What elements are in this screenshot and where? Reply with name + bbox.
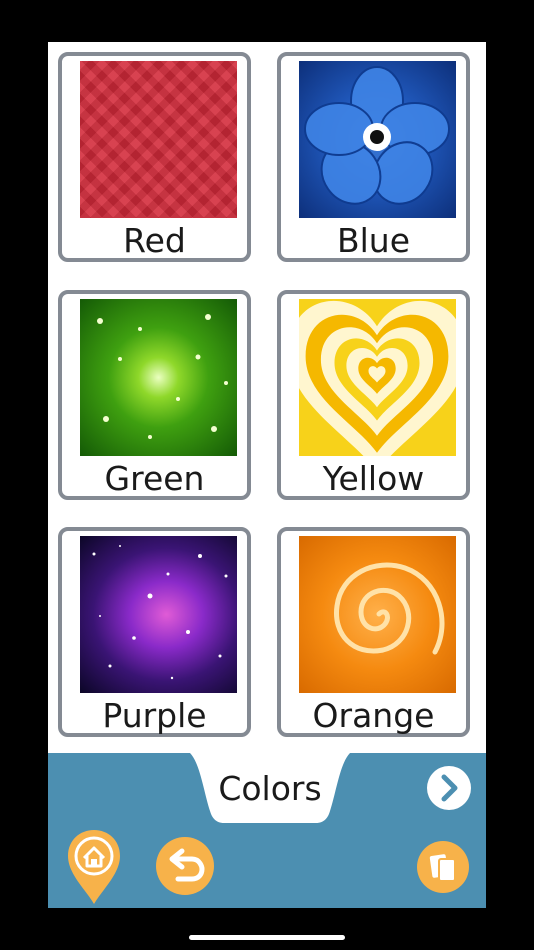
- color-card-orange[interactable]: Orange: [277, 527, 470, 737]
- yellow-hearts-image: [299, 299, 456, 456]
- category-title: Colors: [218, 769, 322, 808]
- home-indicator[interactable]: [189, 935, 345, 940]
- red-texture-image: [80, 61, 237, 218]
- card-label: Red: [123, 221, 186, 260]
- color-card-blue[interactable]: Blue: [277, 52, 470, 262]
- card-label: Green: [104, 459, 205, 498]
- home-icon: [68, 830, 120, 904]
- undo-button[interactable]: [156, 837, 214, 895]
- orange-spiral-image: [299, 536, 456, 693]
- bottom-toolbar: Colors: [48, 753, 486, 908]
- card-label: Yellow: [322, 459, 425, 498]
- purple-galaxy-image: [80, 536, 237, 693]
- card-label: Orange: [312, 696, 435, 735]
- color-card-green[interactable]: Green: [58, 290, 251, 500]
- green-sparkle-image: [80, 299, 237, 456]
- color-card-red[interactable]: Red: [58, 52, 251, 262]
- cards-button[interactable]: [417, 841, 469, 893]
- cards-icon: [429, 854, 456, 882]
- card-label: Purple: [102, 696, 207, 735]
- home-button[interactable]: [66, 828, 122, 906]
- app-screen: Red Blue Green Yellow Purple Orange Colo…: [48, 42, 486, 908]
- undo-icon: [169, 848, 205, 882]
- card-label: Blue: [336, 221, 411, 260]
- chevron-right-icon: [441, 774, 458, 802]
- blue-flower-image: [299, 61, 456, 218]
- color-card-yellow[interactable]: Yellow: [277, 290, 470, 500]
- next-category-button[interactable]: [427, 766, 471, 810]
- color-card-purple[interactable]: Purple: [58, 527, 251, 737]
